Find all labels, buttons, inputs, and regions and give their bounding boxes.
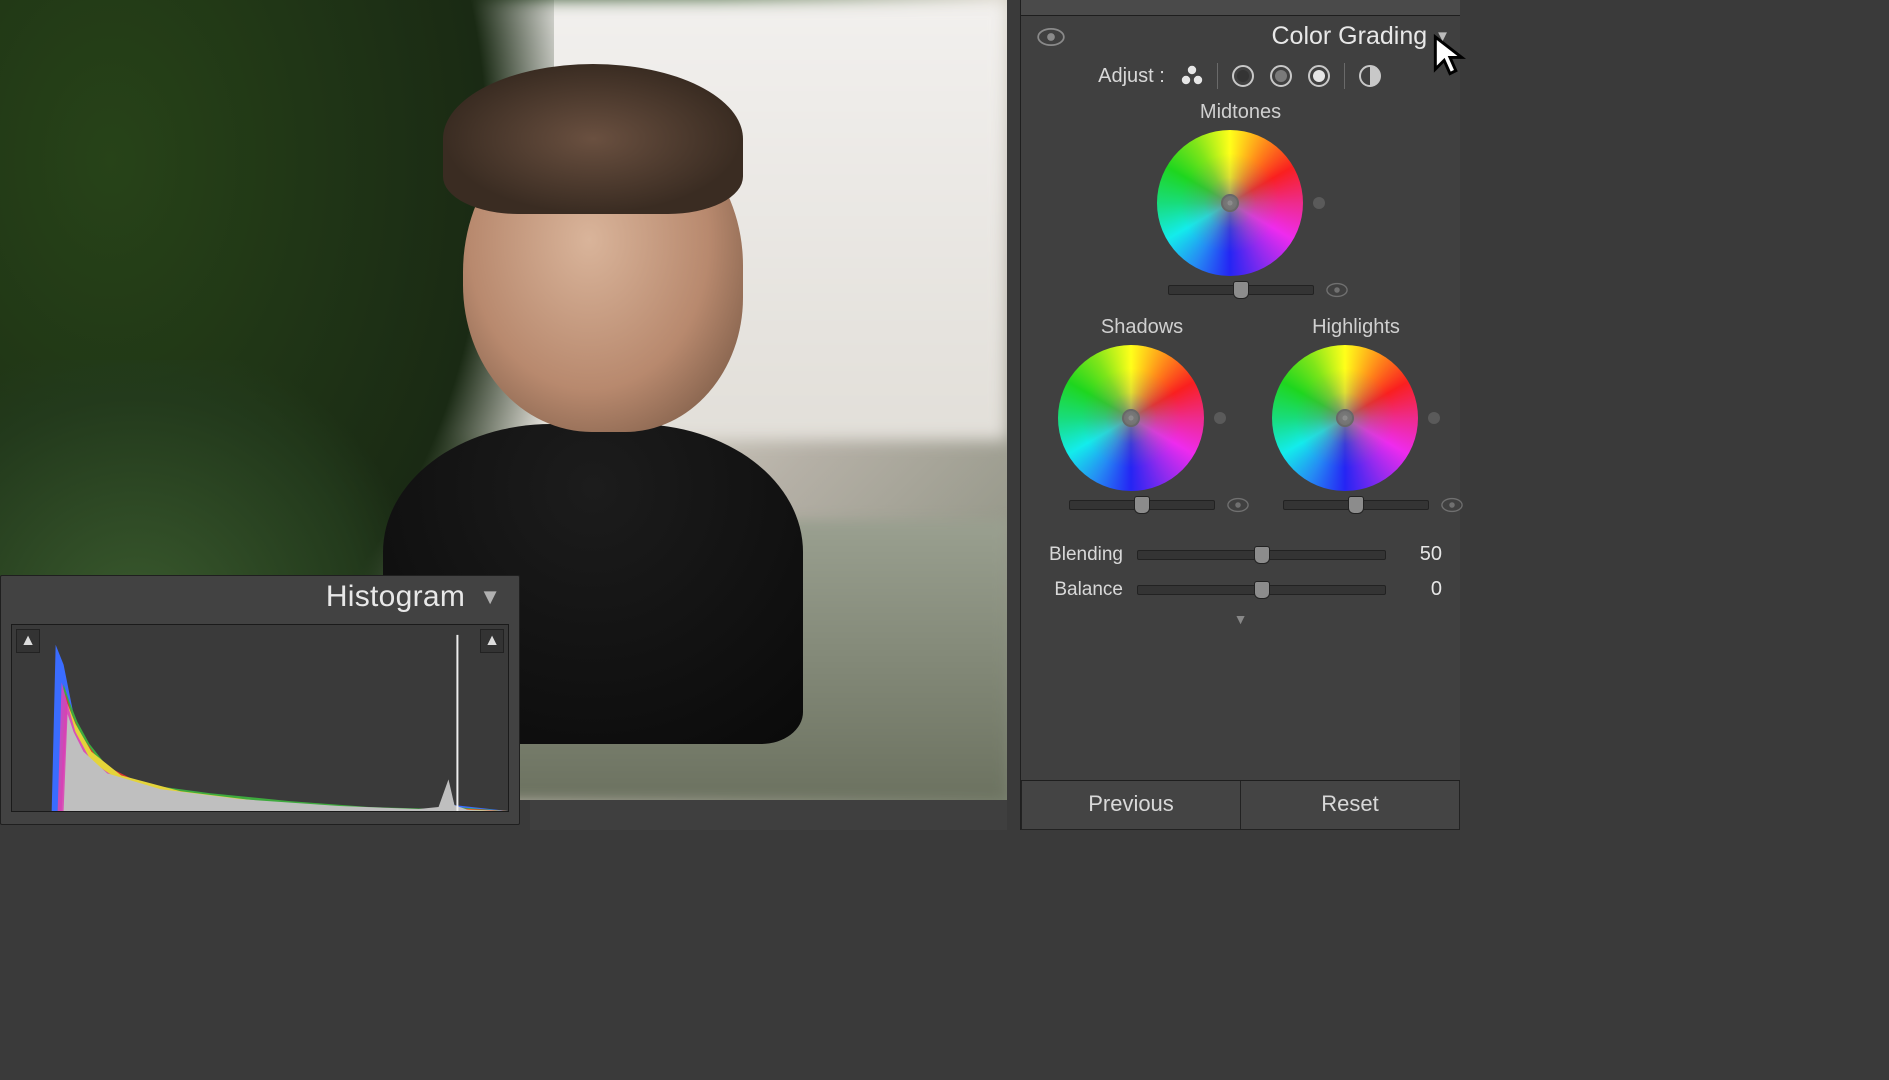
balance-slider[interactable] [1137,585,1386,595]
shadows-wheel-handle[interactable] [1122,409,1140,427]
panel-title: Color Grading [1272,22,1432,51]
adjust-midtones-icon[interactable] [1268,63,1294,89]
midtones-saturation-dot[interactable] [1313,197,1325,209]
chevron-down-icon[interactable]: ▼ [479,584,501,610]
preview-frame-bottom [530,800,1007,830]
color-grading-panel: Color Grading ▼ Adjust : Midtones [1020,0,1460,830]
highlights-saturation-dot[interactable] [1428,412,1440,424]
blending-row: Blending 50 [1039,537,1442,572]
shadows-color-wheel[interactable] [1058,345,1204,491]
adjust-highlights-icon[interactable] [1306,63,1332,89]
blending-slider[interactable] [1137,550,1386,560]
midtones-luminance-slider[interactable] [1168,285,1314,295]
highlights-label: Highlights [1312,314,1400,345]
adjust-mode-row: Adjust : [1021,57,1460,99]
reset-button[interactable]: Reset [1241,781,1460,830]
blending-value[interactable]: 50 [1400,543,1442,566]
previous-panel-divider [1021,0,1460,16]
shadows-eye-icon[interactable] [1227,497,1249,513]
shadows-luminance-slider[interactable] [1069,500,1215,510]
histogram-panel: Histogram ▼ ▲ ▲ [0,575,520,825]
highlights-wheel-handle[interactable] [1336,409,1354,427]
highlights-color-wheel[interactable] [1272,345,1418,491]
adjust-shadows-icon[interactable] [1230,63,1256,89]
midtones-eye-icon[interactable] [1326,282,1348,298]
highlights-luminance-slider[interactable] [1283,500,1429,510]
panel-collapse-chevron-icon[interactable]: ▼ [1431,28,1456,45]
histogram-svg [12,625,508,811]
shadows-label: Shadows [1101,314,1183,345]
adjust-label: Adjust : [1098,65,1165,88]
blending-label: Blending [1039,544,1123,566]
midtones-label: Midtones [1021,99,1460,130]
histogram-title: Histogram [326,580,465,614]
balance-row: Balance 0 [1039,572,1442,607]
highlights-eye-icon[interactable] [1441,497,1463,513]
adjust-global-icon[interactable] [1357,63,1383,89]
balance-label: Balance [1039,579,1123,601]
adjust-3way-icon[interactable] [1179,63,1205,89]
midtones-wheel-handle[interactable] [1221,194,1239,212]
histogram-graph[interactable]: ▲ ▲ [11,624,509,812]
previous-button[interactable]: Previous [1021,781,1241,830]
panel-bottom-chevron-icon[interactable]: ▼ [1021,607,1460,627]
shadows-saturation-dot[interactable] [1214,412,1226,424]
panel-visibility-eye-icon[interactable] [1037,27,1065,47]
midtones-color-wheel[interactable] [1157,130,1303,276]
balance-value[interactable]: 0 [1400,578,1442,601]
